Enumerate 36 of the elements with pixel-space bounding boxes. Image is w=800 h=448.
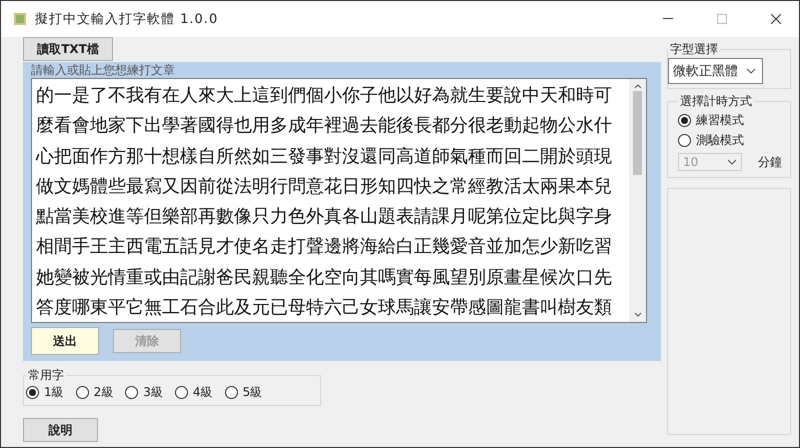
- radio-button[interactable]: 5級: [224, 384, 262, 401]
- radio-button[interactable]: 練習模式: [678, 112, 744, 129]
- group-label: 選擇計時方式: [679, 93, 753, 110]
- text-line: 點當美校進等但樂部再數像只力色外真各山題表請課月呢第位定比與字身: [36, 205, 613, 228]
- scroll-up-icon[interactable]: [634, 83, 642, 89]
- minimize-icon: [663, 18, 673, 20]
- group-label: 常用字: [27, 367, 65, 384]
- chevron-down-icon: [727, 159, 737, 165]
- text-line: 相間手王主西電五話見才使名走打聲邊將海給白正幾愛音並加怎少新吃習: [36, 235, 613, 258]
- load-file-button[interactable]: 讀取TXT檔: [23, 37, 113, 61]
- group-label: 字型選擇: [669, 41, 719, 58]
- send-button[interactable]: 送出: [31, 327, 99, 355]
- radio-button[interactable]: 1級: [26, 384, 64, 401]
- editor-label: 請輸入或貼上您想練打文章: [31, 62, 176, 78]
- text-line: 她變被光情重或由記謝爸民親聽全化空向其嗎實每風望別原畫星候次口先: [36, 266, 613, 289]
- text-line: 的一是了不我有在人來大上這到們個小你子他以好為就生要說中天和時可: [36, 84, 613, 107]
- radio-button[interactable]: 2級: [76, 384, 114, 401]
- maximize-icon: [717, 14, 727, 24]
- scrollbar[interactable]: [629, 79, 646, 322]
- close-icon: [771, 14, 781, 24]
- text-line: 心把面作方那十想樣自所然如三發事對沒還同高道師氣種而回二開於頭現: [36, 144, 613, 168]
- window-title: 擬打中文輸入打字軟體 1.0.0: [35, 11, 220, 28]
- text-line: 做文媽體些最寫又因前從法明行問意花日形知四快之常經教活太兩果本兒: [36, 174, 613, 198]
- help-button[interactable]: 說明: [23, 418, 98, 442]
- radio-button[interactable]: 測驗模式: [678, 132, 744, 149]
- radio-button[interactable]: 3級: [125, 384, 163, 401]
- unit-label: 分鐘: [758, 154, 782, 170]
- font-dropdown[interactable]: 微軟正黑體: [668, 58, 763, 84]
- scrollbar-thumb[interactable]: [633, 91, 642, 175]
- radio-button[interactable]: 4級: [174, 384, 213, 401]
- text-area[interactable]: [31, 78, 647, 323]
- chevron-down-icon: [746, 68, 756, 74]
- app-icon: [13, 12, 27, 26]
- scroll-down-icon[interactable]: [634, 312, 642, 318]
- text-line: 麼看會地家下出學著國得也用多成年裡過去能後長都分很老動起物公水什: [36, 114, 613, 138]
- text-line: 答度哪東平它無工石合此及元已母特六己女球馬讓安帶感圖龍書叫樹友類: [36, 296, 613, 320]
